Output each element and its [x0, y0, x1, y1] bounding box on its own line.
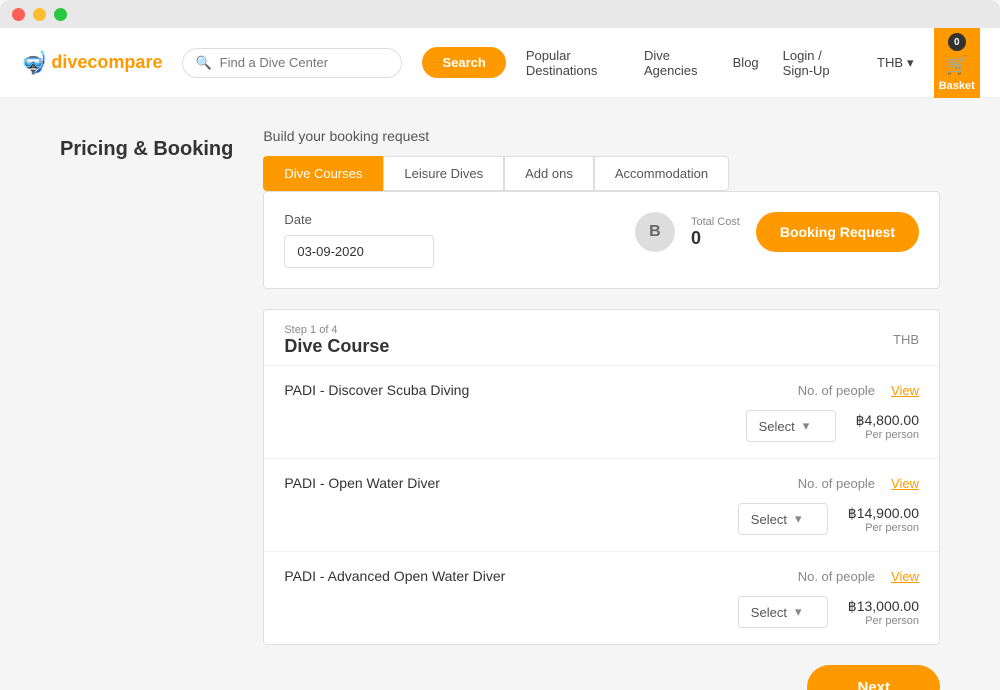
select-dropdown[interactable]: Select ▾	[738, 503, 828, 535]
basket-count: 0	[948, 33, 966, 51]
titlebar	[0, 0, 1000, 28]
nav-login[interactable]: Login / Sign-Up	[783, 48, 853, 78]
course-row-header: PADI - Open Water Diver No. of people Vi…	[284, 475, 919, 491]
chevron-down-icon: ▾	[907, 55, 914, 71]
close-button[interactable]	[12, 8, 25, 21]
tab-leisure-dives[interactable]: Leisure Dives	[383, 156, 504, 191]
maximize-button[interactable]	[54, 8, 67, 21]
logo[interactable]: 🤿 divecompare	[20, 50, 162, 76]
course-meta: No. of people View	[798, 569, 919, 584]
logo-icon: 🤿	[20, 50, 47, 76]
view-link[interactable]: View	[891, 569, 919, 584]
no-of-people-label: No. of people	[798, 383, 875, 398]
total-label: Total Cost	[691, 216, 740, 228]
price-amount: ฿13,000.00	[848, 598, 919, 615]
course-name: PADI - Open Water Diver	[284, 475, 440, 491]
course-row: PADI - Discover Scuba Diving No. of peop…	[264, 365, 939, 458]
nav-dive-agencies[interactable]: Dive Agencies	[644, 48, 709, 78]
course-row-body: Select ▾ ฿13,000.00 Per person	[284, 596, 919, 628]
select-dropdown[interactable]: Select ▾	[738, 596, 828, 628]
build-label: Build your booking request	[263, 128, 940, 144]
price-amount: ฿4,800.00	[856, 412, 919, 429]
total-info: Total Cost 0	[691, 216, 740, 249]
course-row-body: Select ▾ ฿14,900.00 Per person	[284, 503, 919, 535]
date-section: Date B Total Cost 0 Booking Request	[284, 212, 919, 268]
search-bar: 🔍	[182, 48, 402, 78]
price-info: ฿14,900.00 Per person	[848, 505, 919, 534]
minimize-button[interactable]	[33, 8, 46, 21]
course-row: PADI - Advanced Open Water Diver No. of …	[264, 551, 939, 644]
select-dropdown[interactable]: Select ▾	[746, 410, 836, 442]
tab-dive-courses[interactable]: Dive Courses	[263, 156, 383, 191]
view-link[interactable]: View	[891, 383, 919, 398]
course-row-header: PADI - Advanced Open Water Diver No. of …	[284, 568, 919, 584]
price-per: Per person	[848, 522, 919, 534]
chevron-down-icon: ▾	[795, 511, 802, 527]
no-of-people-label: No. of people	[798, 569, 875, 584]
step-label: Step 1 of 4	[284, 324, 389, 336]
section-currency: THB	[893, 324, 919, 347]
search-icon: 🔍	[195, 55, 211, 71]
course-name: PADI - Advanced Open Water Diver	[284, 568, 505, 584]
section-title: Dive Course	[284, 336, 389, 357]
price-info: ฿4,800.00 Per person	[856, 412, 919, 441]
total-section: B Total Cost 0 Booking Request	[635, 212, 919, 252]
content-area: Build your booking request Dive Courses …	[263, 128, 940, 660]
currency-selector[interactable]: THB ▾	[877, 55, 914, 71]
course-row-body: Select ▾ ฿4,800.00 Per person	[284, 410, 919, 442]
price-info: ฿13,000.00 Per person	[848, 598, 919, 627]
currency-value: THB	[877, 55, 903, 70]
tabs: Dive Courses Leisure Dives Add ons Accom…	[263, 156, 940, 191]
search-button[interactable]: Search	[422, 47, 505, 78]
logo-text: divecompare	[51, 52, 162, 73]
basket-icon: 🛒	[946, 55, 968, 76]
total-icon: B	[635, 212, 675, 252]
date-label: Date	[284, 212, 434, 227]
course-section: Step 1 of 4 Dive Course THB PADI - Disco…	[263, 309, 940, 645]
course-meta: No. of people View	[798, 476, 919, 491]
basket-button[interactable]: 0 🛒 Basket	[934, 28, 980, 98]
course-row-header: PADI - Discover Scuba Diving No. of peop…	[284, 382, 919, 398]
view-link[interactable]: View	[891, 476, 919, 491]
next-button[interactable]: Next	[807, 665, 940, 690]
nav-popular-destinations[interactable]: Popular Destinations	[526, 48, 620, 78]
search-input[interactable]	[220, 55, 370, 70]
header: 🤿 divecompare 🔍 Search Popular Destinati…	[0, 28, 1000, 98]
course-section-header: Step 1 of 4 Dive Course THB	[264, 310, 939, 365]
nav-links: Popular Destinations Dive Agencies Blog …	[526, 48, 914, 78]
price-amount: ฿14,900.00	[848, 505, 919, 522]
basket-label: Basket	[939, 80, 975, 92]
total-value: 0	[691, 228, 740, 249]
select-label: Select	[751, 512, 787, 527]
main-content: Pricing & Booking Build your booking req…	[0, 98, 1000, 690]
price-per: Per person	[856, 429, 919, 441]
date-input[interactable]	[284, 235, 434, 268]
select-label: Select	[751, 605, 787, 620]
no-of-people-label: No. of people	[798, 476, 875, 491]
sidebar-title: Pricing & Booking	[60, 128, 233, 660]
tab-add-ons[interactable]: Add ons	[504, 156, 594, 191]
booking-card: Date B Total Cost 0 Booking Request	[263, 191, 940, 289]
course-name: PADI - Discover Scuba Diving	[284, 382, 469, 398]
booking-request-button[interactable]: Booking Request	[756, 212, 919, 252]
chevron-down-icon: ▾	[795, 604, 802, 620]
tab-accommodation[interactable]: Accommodation	[594, 156, 729, 191]
price-per: Per person	[848, 615, 919, 627]
next-btn-wrap: Next	[263, 665, 940, 690]
course-meta: No. of people View	[798, 383, 919, 398]
course-row: PADI - Open Water Diver No. of people Vi…	[264, 458, 939, 551]
chevron-down-icon: ▾	[803, 418, 810, 434]
select-label: Select	[759, 419, 795, 434]
nav-blog[interactable]: Blog	[733, 55, 759, 70]
